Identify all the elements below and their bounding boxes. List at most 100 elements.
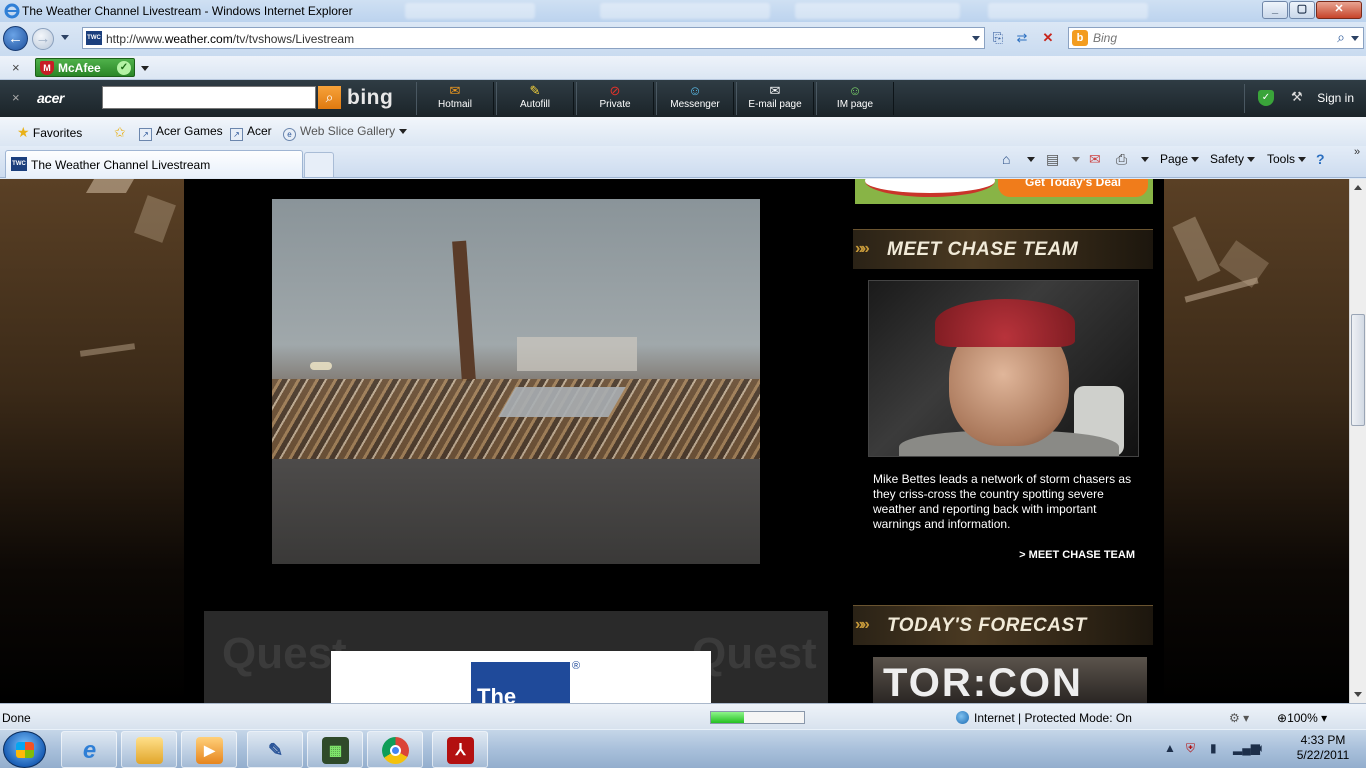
- acer-logo: acer: [37, 90, 64, 106]
- mcafee-tray-icon[interactable]: ⛨: [1186, 741, 1195, 756]
- zoom-level[interactable]: ⊕100% ▾: [1277, 711, 1327, 725]
- taskbar-file-explorer[interactable]: [121, 731, 177, 768]
- protected-mode-icon[interactable]: ⚙ ▾: [1229, 711, 1249, 725]
- show-hidden-icons-icon[interactable]: ▲: [1164, 741, 1176, 755]
- start-button[interactable]: [3, 731, 46, 768]
- feeds-dropdown-icon[interactable]: [1072, 157, 1080, 162]
- autofill-button[interactable]: ✎ Autofill: [496, 82, 574, 115]
- media-player-icon: ▶: [196, 737, 223, 764]
- search-input[interactable]: [1093, 30, 1323, 46]
- close-toolbar-icon[interactable]: ×: [12, 60, 20, 75]
- scroll-down-arrow-icon[interactable]: [1354, 692, 1362, 697]
- safety-menu[interactable]: Safety: [1210, 152, 1256, 166]
- search-options-dropdown-icon[interactable]: [1351, 36, 1359, 41]
- mcafee-dropdown-icon[interactable]: [141, 66, 149, 71]
- minimize-button[interactable]: _: [1262, 1, 1288, 19]
- bing-provider-icon[interactable]: b: [1072, 30, 1088, 46]
- close-button[interactable]: ✕: [1316, 1, 1362, 19]
- print-icon[interactable]: ⎙: [1116, 151, 1127, 168]
- close-toolbar-icon[interactable]: ×: [12, 90, 20, 105]
- compatibility-view-icon[interactable]: ⎘: [987, 27, 1009, 49]
- livestream-video-player[interactable]: [272, 199, 760, 564]
- forward-button[interactable]: →: [32, 28, 54, 50]
- sign-in-link[interactable]: Sign in: [1317, 91, 1354, 105]
- torcon-graphic[interactable]: TOR:CON: [873, 657, 1147, 703]
- recent-pages-dropdown[interactable]: [61, 35, 69, 40]
- globe-icon: [956, 711, 969, 724]
- address-url[interactable]: http://www.weather.com/tv/tvshows/Livest…: [106, 32, 354, 46]
- device-tray-icon[interactable]: ▮: [1210, 741, 1217, 755]
- advertisement[interactable]: Quest Quest The ®: [204, 611, 828, 703]
- deal-promo-banner[interactable]: Get Today's Deal: [855, 179, 1153, 204]
- autofill-icon: ✎: [529, 83, 541, 98]
- network-signal-icon[interactable]: ▂▄▆: [1233, 741, 1260, 755]
- taskbar-media-player[interactable]: ▶: [181, 731, 237, 768]
- taskbar-monitor-app[interactable]: ▦: [307, 731, 363, 768]
- address-bar[interactable]: TWC http://www.weather.com/tv/tvshows/Li…: [82, 27, 985, 49]
- bing-logo: bing: [347, 86, 394, 109]
- chevron-more-icon[interactable]: »: [1354, 146, 1360, 158]
- favorites-button[interactable]: ★ Favorites: [17, 124, 82, 141]
- back-arrow-icon: ←: [8, 30, 23, 47]
- chevrons-icon: »»: [855, 240, 870, 257]
- new-tab-button[interactable]: [304, 152, 334, 177]
- get-todays-deal-button[interactable]: Get Today's Deal: [998, 179, 1148, 197]
- mcafee-button[interactable]: M McAfee ✓: [35, 58, 135, 77]
- settings-wrench-icon[interactable]: ⚒: [1291, 89, 1303, 105]
- security-shield-icon[interactable]: ✓: [1258, 90, 1274, 106]
- favorite-link-acer-games[interactable]: ↗ Acer Games: [139, 124, 223, 141]
- home-icon[interactable]: ⌂: [1002, 151, 1010, 167]
- help-icon[interactable]: ?: [1316, 151, 1325, 167]
- messenger-button[interactable]: ☺ Messenger: [656, 82, 734, 115]
- read-mail-icon[interactable]: ✉: [1089, 151, 1101, 168]
- search-box[interactable]: b ⌕: [1068, 27, 1364, 49]
- dropdown-icon: [398, 129, 407, 134]
- page-menu[interactable]: Page: [1160, 152, 1200, 166]
- clock-time: 4:33 PM: [1300, 733, 1346, 747]
- section-title: MEET CHASE TEAM: [887, 239, 1079, 260]
- refresh-icon[interactable]: ⇄: [1011, 27, 1033, 49]
- taskbar-internet-explorer[interactable]: e: [61, 731, 117, 768]
- stop-icon[interactable]: ✕: [1037, 27, 1059, 49]
- favorite-link-web-slice-gallery[interactable]: e Web Slice Gallery: [283, 124, 407, 141]
- chase-team-photo[interactable]: [868, 280, 1139, 457]
- back-button[interactable]: ←: [3, 26, 28, 51]
- meet-chase-team-link[interactable]: > MEET CHASE TEAM: [873, 549, 1135, 561]
- taskbar-adobe-reader[interactable]: ⅄: [432, 731, 488, 768]
- im-page-button[interactable]: ☺ IM page: [816, 82, 894, 115]
- acer-search-input[interactable]: [102, 86, 316, 109]
- feeds-icon[interactable]: ▤: [1046, 151, 1059, 168]
- vertical-scrollbar[interactable]: [1349, 179, 1366, 703]
- home-dropdown-icon[interactable]: [1027, 157, 1035, 162]
- email-page-button[interactable]: ✉ E-mail page: [736, 82, 814, 115]
- email-icon: ✉: [769, 83, 781, 98]
- taskbar-app-settings[interactable]: ✎: [247, 731, 303, 768]
- private-button[interactable]: ⊘ Private: [576, 82, 654, 115]
- favorite-link-acer[interactable]: ↗ Acer: [230, 124, 272, 141]
- toolbar-divider: [1244, 84, 1245, 113]
- search-icon: ⌕: [325, 89, 334, 105]
- add-to-favorites-bar-icon[interactable]: ✩: [114, 124, 126, 141]
- volume-icon[interactable]: 🔈︎: [1258, 741, 1265, 756]
- scroll-up-arrow-icon[interactable]: [1354, 185, 1362, 190]
- zoom-icon: ⊕: [1277, 711, 1288, 725]
- chevrons-icon: »»: [855, 616, 870, 633]
- security-zone[interactable]: Internet | Protected Mode: On: [956, 711, 1132, 725]
- window-title: The Weather Channel Livestream - Windows…: [22, 4, 353, 18]
- tools-menu[interactable]: Tools: [1267, 152, 1307, 166]
- print-dropdown-icon[interactable]: [1141, 157, 1149, 162]
- acer-search-button[interactable]: ⌕: [318, 86, 341, 109]
- taskbar-chrome[interactable]: [367, 731, 423, 768]
- tab-weather-channel-livestream[interactable]: TWC The Weather Channel Livestream: [5, 150, 303, 178]
- folder-icon: [136, 737, 163, 764]
- taskbar: e ▶ ✎ ▦ ⅄: [0, 729, 1366, 768]
- tab-title: The Weather Channel Livestream: [31, 158, 211, 172]
- background-window-tab: [988, 3, 1148, 19]
- maximize-button[interactable]: ▢: [1289, 1, 1315, 19]
- address-dropdown-icon[interactable]: [972, 36, 980, 41]
- taskbar-clock[interactable]: 4:33 PM 5/22/2011: [1285, 733, 1361, 763]
- hotmail-button[interactable]: ✉ Hotmail: [416, 82, 494, 115]
- background-art-right: [1164, 179, 1349, 703]
- search-icon[interactable]: ⌕: [1337, 29, 1345, 46]
- scrollbar-thumb[interactable]: [1351, 314, 1365, 426]
